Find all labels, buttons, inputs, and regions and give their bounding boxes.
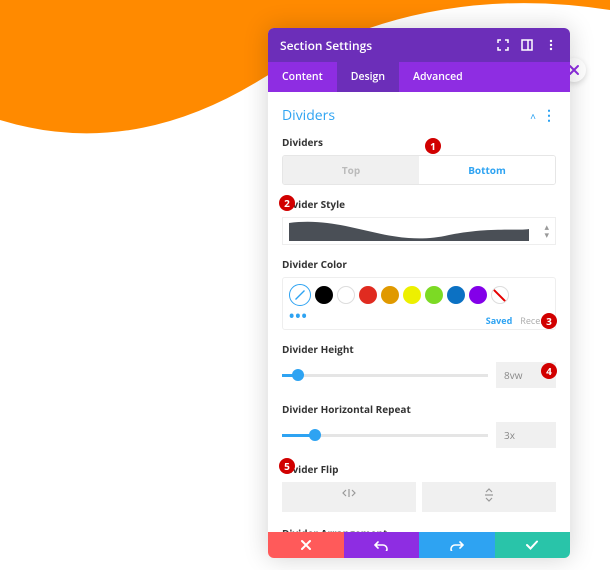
label-divider-color: Divider Color (282, 257, 556, 271)
color-swatches: ••• Saved Recent (282, 277, 556, 330)
flip-vertical-button[interactable] (422, 482, 556, 512)
color-swatch-none[interactable] (491, 286, 509, 304)
panel-footer (268, 532, 570, 558)
color-swatch[interactable] (469, 286, 487, 304)
label-divider-style: Divider Style (282, 197, 556, 211)
eyedropper-button[interactable] (289, 284, 311, 306)
swatch-more-icon[interactable]: ••• (289, 314, 308, 327)
collapse-icon[interactable]: ˄ (530, 109, 536, 123)
settings-panel: Section Settings Content Design Advanced… (268, 28, 570, 558)
select-chevron-icon: ▴▾ (544, 223, 549, 239)
color-swatch[interactable] (315, 286, 333, 304)
save-button[interactable] (495, 532, 571, 558)
callout-4: 4 (541, 363, 557, 379)
divider-placement-segmented: Top Bottom (282, 155, 556, 185)
tab-content[interactable]: Content (268, 62, 337, 92)
kebab-menu-icon[interactable] (544, 38, 558, 52)
callout-3: 3 (541, 313, 557, 329)
section-title-dividers: Dividers (282, 106, 530, 125)
settings-tabs: Content Design Advanced (268, 62, 570, 92)
tab-design[interactable]: Design (337, 62, 399, 92)
divider-placement-bottom[interactable]: Bottom (419, 156, 555, 184)
label-divider-height: Divider Height (282, 342, 556, 356)
color-swatch[interactable] (359, 286, 377, 304)
color-swatch[interactable] (381, 286, 399, 304)
cancel-button[interactable] (268, 532, 344, 558)
color-swatch[interactable] (403, 286, 421, 304)
label-divider-flip: Divider Flip (282, 462, 556, 476)
label-dividers: Dividers (282, 135, 556, 149)
color-swatch[interactable] (337, 286, 355, 304)
callout-5: 5 (279, 458, 295, 474)
divider-repeat-slider[interactable] (282, 434, 488, 437)
undo-button[interactable] (344, 532, 420, 558)
divider-repeat-value[interactable]: 3x (496, 422, 556, 448)
label-divider-repeat: Divider Horizontal Repeat (282, 402, 556, 416)
redo-button[interactable] (419, 532, 495, 558)
flip-horizontal-button[interactable] (282, 482, 416, 512)
divider-placement-top[interactable]: Top (283, 156, 419, 184)
callout-2: 2 (279, 195, 295, 211)
color-swatch[interactable] (447, 286, 465, 304)
divider-style-select[interactable]: ▴▾ (282, 217, 556, 245)
callout-1: 1 (425, 138, 441, 154)
expand-icon[interactable] (496, 38, 510, 52)
panel-header: Section Settings (268, 28, 570, 62)
tab-advanced[interactable]: Advanced (399, 62, 477, 92)
panel-title: Section Settings (280, 37, 496, 54)
color-swatch[interactable] (425, 286, 443, 304)
swatch-saved-tab[interactable]: Saved (486, 314, 513, 327)
panel-dock-icon[interactable] (520, 38, 534, 52)
section-options-icon[interactable]: ⋮ (542, 112, 556, 120)
divider-height-slider[interactable] (282, 374, 488, 377)
